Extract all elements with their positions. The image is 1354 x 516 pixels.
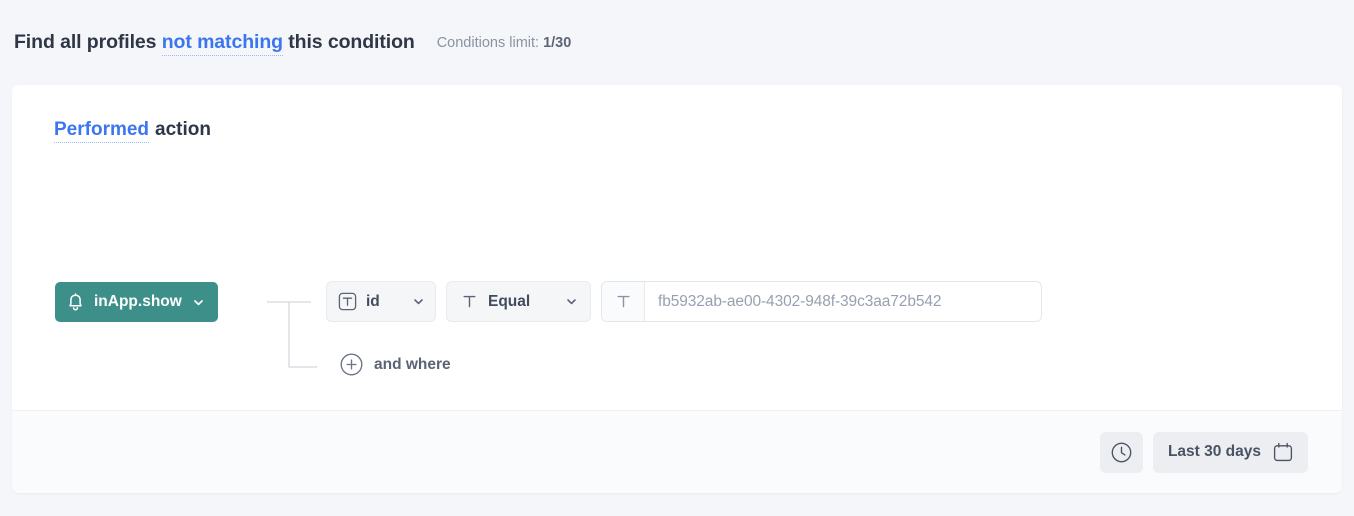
page-title-suffix: this condition [288, 31, 414, 53]
date-range-label: Last 30 days [1168, 443, 1261, 461]
operator-select[interactable]: Equal [446, 281, 591, 322]
page-header: Find all profiles not matching this cond… [0, 0, 1354, 85]
calendar-icon [1273, 442, 1293, 462]
attribute-label: id [366, 293, 380, 311]
text-type-icon [461, 293, 478, 310]
plus-circle-outline-icon [340, 353, 363, 376]
section-title: Performed action [54, 119, 211, 141]
bell-icon [67, 293, 84, 312]
card-footer: Last 30 days [12, 410, 1342, 493]
event-name-label: inApp.show [94, 293, 182, 311]
condition-card-body: Performed action inApp.show [12, 85, 1342, 410]
conditions-limit-label: Conditions limit: [437, 35, 539, 51]
query-builder-page: Find all profiles not matching this cond… [0, 0, 1354, 516]
chevron-down-icon [412, 295, 425, 308]
section-title-suffix: action [155, 119, 211, 140]
date-range-button[interactable]: Last 30 days [1153, 432, 1308, 473]
clock-button[interactable] [1100, 432, 1143, 473]
text-type-boxed-icon [338, 292, 357, 311]
conditions-limit: Conditions limit: 1/30 [437, 35, 572, 51]
condition-card: Performed action inApp.show [12, 85, 1342, 493]
page-title: Find all profiles not matching this cond… [14, 31, 415, 54]
value-input[interactable]: fb5932ab-ae00-4302-948f-39c3aa72b542 [601, 281, 1042, 322]
chevron-down-icon [192, 296, 205, 309]
attribute-select[interactable]: id [326, 281, 436, 322]
conditions-limit-value: 1/30 [543, 35, 571, 51]
event-select-button[interactable]: inApp.show [55, 282, 218, 322]
add-condition-button[interactable]: and where [340, 353, 451, 376]
not-matching-link[interactable]: not matching [162, 31, 283, 56]
value-input-text: fb5932ab-ae00-4302-948f-39c3aa72b542 [645, 282, 1041, 321]
page-title-prefix: Find all profiles [14, 31, 156, 53]
clock-icon [1111, 442, 1132, 463]
chevron-down-icon [565, 295, 578, 308]
text-type-icon [602, 282, 645, 321]
performed-link[interactable]: Performed [54, 119, 149, 143]
add-condition-label: and where [374, 356, 451, 374]
operator-label: Equal [488, 293, 530, 311]
